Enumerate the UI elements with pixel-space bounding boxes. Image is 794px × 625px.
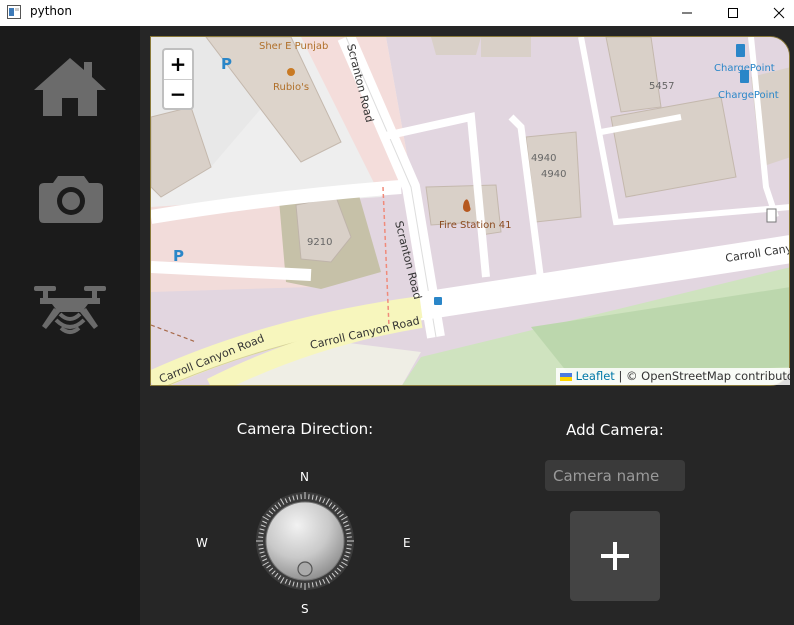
ukraine-flag-icon xyxy=(560,373,572,381)
close-button[interactable] xyxy=(756,0,794,26)
direction-dial[interactable] xyxy=(254,490,356,592)
maximize-icon xyxy=(728,8,738,18)
map-tiles[interactable]: P P Sher E Punjab Rubio's Scranton Road … xyxy=(151,37,790,386)
sidebar-item-drone[interactable] xyxy=(32,282,108,340)
title-bar: python xyxy=(0,0,794,26)
minimize-icon xyxy=(682,12,692,14)
close-icon xyxy=(773,7,785,19)
compass-west-label: W xyxy=(196,536,208,550)
zoom-out-button[interactable]: − xyxy=(164,80,192,109)
add-camera-button[interactable] xyxy=(570,511,660,601)
leaflet-link[interactable]: Leaflet xyxy=(576,369,615,383)
plus-icon xyxy=(601,542,629,570)
add-camera-label: Add Camera: xyxy=(566,421,664,439)
home-icon xyxy=(34,58,106,116)
camera-name-input[interactable] xyxy=(545,460,685,491)
map-label-4940-b: 4940 xyxy=(541,169,566,180)
map-label-fastfood: Rubio's xyxy=(273,82,309,93)
app-icon xyxy=(7,5,21,19)
drone-icon xyxy=(34,286,106,334)
map-label-restaurant: Sher E Punjab xyxy=(259,41,328,52)
compass-east-label: E xyxy=(403,536,411,550)
osm-contributors: OpenStreetMap contributors xyxy=(641,369,790,383)
sidebar-item-home[interactable] xyxy=(32,56,108,118)
map-label-fire-station: Fire Station 41 xyxy=(439,220,511,231)
maximize-button[interactable] xyxy=(710,0,756,26)
zoom-in-button[interactable]: + xyxy=(164,50,192,80)
attribution-separator: | © xyxy=(614,369,642,383)
window-title: python xyxy=(30,4,72,18)
zoom-control: + − xyxy=(162,48,194,110)
map-label-4940-a: 4940 xyxy=(531,153,556,164)
dial-handle[interactable] xyxy=(297,561,313,577)
minimize-button[interactable] xyxy=(664,0,710,26)
compass-north-label: N xyxy=(300,470,309,484)
camera-icon xyxy=(39,176,103,223)
map-label-chargepoint-1: ChargePoint xyxy=(714,63,775,74)
compass-south-label: S xyxy=(301,602,309,616)
sidebar-item-camera[interactable] xyxy=(38,172,104,224)
map-view[interactable]: P P Sher E Punjab Rubio's Scranton Road … xyxy=(150,36,790,386)
map-label-chargepoint-2: ChargePoint xyxy=(718,90,779,101)
svg-text:P: P xyxy=(221,55,232,73)
camera-direction-label: Camera Direction: xyxy=(236,420,374,438)
map-label-5457: 5457 xyxy=(649,81,674,92)
svg-text:P: P xyxy=(173,247,184,265)
map-attribution: Leaflet | © OpenStreetMap contributors xyxy=(556,368,790,385)
map-label-9210: 9210 xyxy=(307,237,332,248)
